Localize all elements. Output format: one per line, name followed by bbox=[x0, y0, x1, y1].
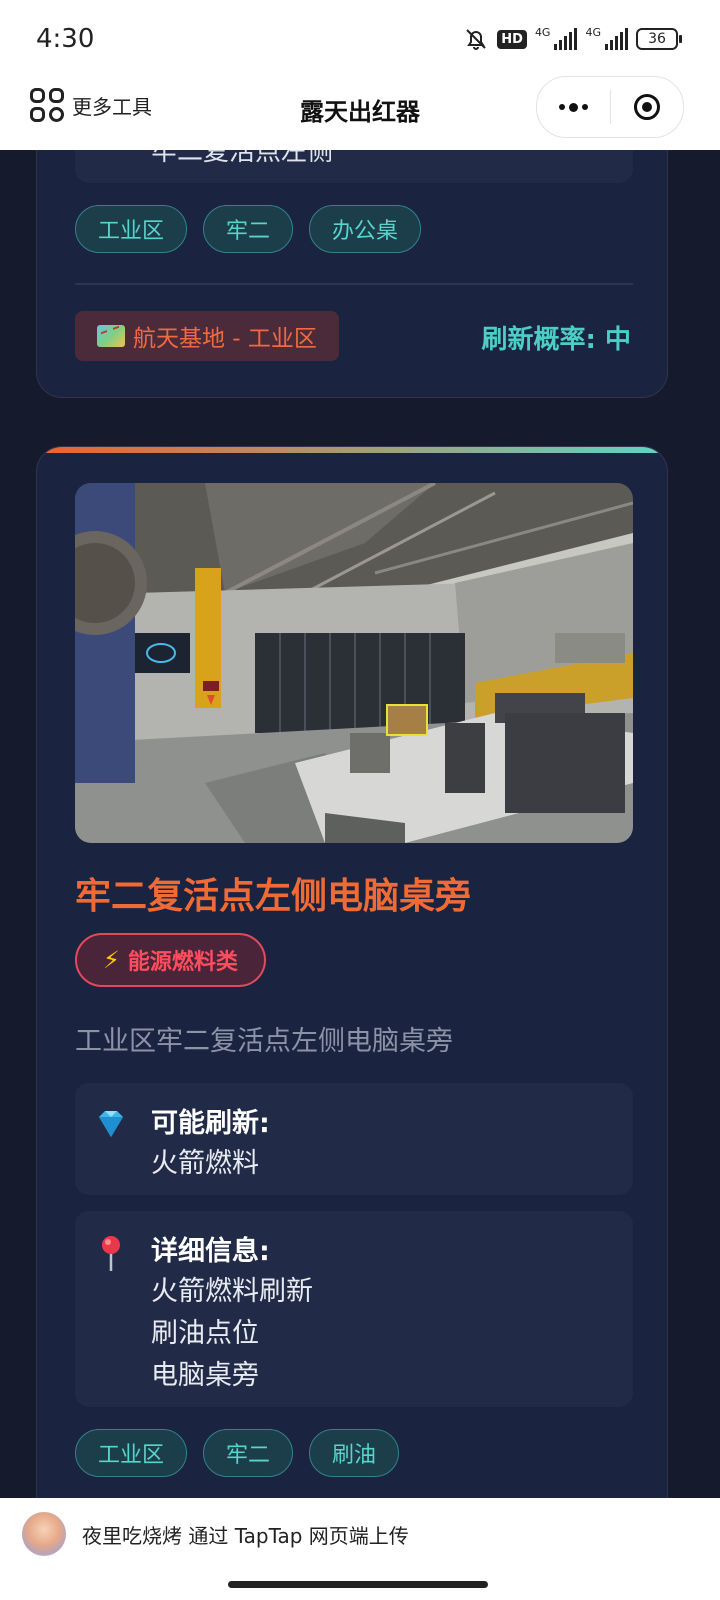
map-location-chip[interactable]: 航天基地 - 工业区 bbox=[75, 311, 339, 361]
possible-refresh-heading: 可能刷新: bbox=[151, 1108, 270, 1139]
hd-badge: HD bbox=[497, 29, 527, 49]
details-heading: 详细信息: bbox=[151, 1236, 270, 1267]
battery-icon: 36 bbox=[636, 28, 682, 50]
close-mini-program-button[interactable] bbox=[611, 77, 684, 137]
category-label: 能源燃料类 bbox=[127, 950, 238, 975]
details-box: 牢二复活点左侧 bbox=[75, 150, 633, 183]
details-list: 火箭燃料刷新 刷油点位 电脑桌旁 bbox=[151, 1271, 313, 1397]
tag[interactable]: 牢二 bbox=[203, 1429, 294, 1477]
uploader-text: 夜里吃烧烤 通过 TapTap 网页端上传 bbox=[82, 1524, 409, 1548]
tag[interactable]: 工业区 bbox=[75, 205, 188, 253]
tag[interactable]: 刷油 bbox=[309, 1429, 400, 1477]
nav-bar: 更多工具 露天出红器 bbox=[0, 76, 720, 150]
location-card[interactable]: 牢二复活点左侧电脑桌旁 ⚡ 能源燃料类 工业区牢二复活点左侧电脑桌旁 可能刷新:… bbox=[36, 446, 668, 1498]
more-menu-button[interactable] bbox=[537, 77, 610, 137]
gem-icon bbox=[99, 1111, 123, 1137]
map-location-label: 航天基地 - 工业区 bbox=[133, 326, 317, 352]
tag-list: 工业区 牢二 刷油 bbox=[75, 1429, 400, 1477]
details-item: 刷油点位 bbox=[151, 1318, 259, 1349]
possible-refresh-list: 火箭燃料 bbox=[151, 1143, 259, 1185]
more-dots-icon bbox=[558, 102, 588, 112]
battery-level: 36 bbox=[648, 31, 666, 47]
uploader-bar: 夜里吃烧烤 通过 TapTap 网页端上传 bbox=[0, 1498, 720, 1600]
location-screenshot[interactable] bbox=[75, 483, 633, 843]
possible-refresh-box: 可能刷新: 火箭燃料 bbox=[75, 1083, 633, 1195]
tag-list: 工业区 牢二 办公桌 bbox=[75, 205, 422, 253]
divider bbox=[75, 283, 633, 285]
mini-program-capsule bbox=[536, 76, 684, 138]
signal-icon-2 bbox=[605, 28, 628, 50]
bell-off-icon bbox=[466, 29, 486, 50]
partial-detail-text: 牢二复活点左侧 bbox=[151, 150, 334, 167]
lightning-icon: ⚡ bbox=[103, 946, 120, 974]
location-title: 牢二复活点左侧电脑桌旁 bbox=[75, 876, 472, 917]
map-icon bbox=[97, 325, 125, 347]
status-time: 4:30 bbox=[36, 24, 95, 54]
tag[interactable]: 牢二 bbox=[203, 205, 294, 253]
location-description: 工业区牢二复活点左侧电脑桌旁 bbox=[75, 1026, 453, 1057]
location-card[interactable]: 牢二复活点左侧 工业区 牢二 办公桌 航天基地 - 工业区 刷新概率: 中 bbox=[36, 150, 668, 398]
content-scroll[interactable]: 牢二复活点左侧 工业区 牢二 办公桌 航天基地 - 工业区 刷新概率: 中 牢二… bbox=[0, 150, 720, 1498]
network-label-1: 4G bbox=[534, 26, 551, 39]
target-icon bbox=[633, 94, 660, 120]
category-badge[interactable]: ⚡ 能源燃料类 bbox=[75, 933, 266, 987]
refresh-rate: 刷新概率: 中 bbox=[481, 325, 631, 355]
details-box: 详细信息: 火箭燃料刷新 刷油点位 电脑桌旁 bbox=[75, 1211, 633, 1407]
avatar[interactable] bbox=[22, 1512, 66, 1556]
tag[interactable]: 工业区 bbox=[75, 1429, 188, 1477]
possible-refresh-item: 火箭燃料 bbox=[151, 1148, 259, 1179]
tag[interactable]: 办公桌 bbox=[309, 205, 422, 253]
signal-icon-1 bbox=[554, 28, 578, 50]
pin-icon bbox=[102, 1236, 120, 1271]
details-item: 火箭燃料刷新 bbox=[151, 1276, 313, 1307]
network-label-2: 4G bbox=[585, 26, 601, 39]
home-indicator[interactable] bbox=[228, 1581, 488, 1588]
status-bar: 4:30 HD 4G 4G 36 bbox=[0, 0, 720, 76]
details-item: 电脑桌旁 bbox=[151, 1360, 259, 1391]
card-accent-bar bbox=[37, 447, 667, 453]
status-icons: HD 4G 4G 36 bbox=[463, 26, 682, 52]
